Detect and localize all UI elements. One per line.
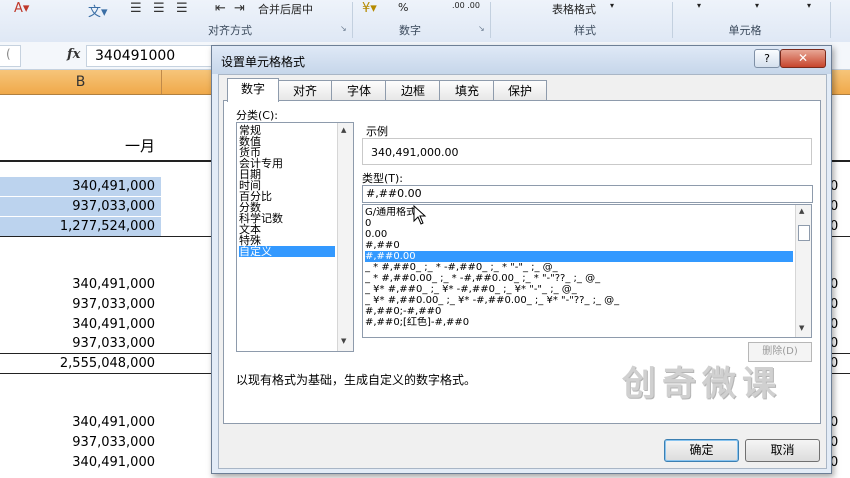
edge-cell[interactable]: 0 xyxy=(830,197,850,216)
tab-number[interactable]: 数字 xyxy=(227,78,279,102)
ok-button[interactable]: 确定 xyxy=(664,439,739,462)
scroll-up-icon[interactable]: ▲ xyxy=(341,126,346,134)
tab-font[interactable]: 字体 xyxy=(331,80,387,101)
table-row[interactable]: 340,491,000 xyxy=(0,315,161,334)
edge-cell[interactable]: 0 xyxy=(830,275,850,294)
list-item[interactable]: #,##0;[红色]-#,##0 xyxy=(365,317,793,328)
dialog-launcher-icon[interactable]: ↘ xyxy=(478,24,485,33)
table-row[interactable]: 340,491,000 xyxy=(0,453,161,472)
chevron-down-icon[interactable]: ▾ xyxy=(610,1,614,10)
ribbon-group-cells: 单元格 xyxy=(728,24,762,37)
percent-button[interactable]: % xyxy=(398,1,408,14)
list-item[interactable]: _ ¥* #,##0_ ;_ ¥* -#,##0_ ;_ ¥* "-"_ ;_ … xyxy=(365,284,793,295)
table-row[interactable]: 340,491,000 xyxy=(0,275,161,294)
ribbon-divider xyxy=(672,2,673,38)
dialog-titlebar[interactable]: 设置单元格格式 ? ✕ xyxy=(212,46,831,74)
list-item[interactable]: 0 xyxy=(365,218,793,229)
edge-cell[interactable]: 0 xyxy=(830,217,850,236)
cancel-button[interactable]: 取消 xyxy=(745,439,820,462)
merge-center-button[interactable]: 合并后居中 xyxy=(258,1,313,17)
edge-cell[interactable]: 0 xyxy=(830,295,850,314)
align-left-icon[interactable]: ☰ xyxy=(130,1,142,16)
close-button[interactable]: ✕ xyxy=(780,49,826,68)
table-format-button[interactable]: 表格格式 xyxy=(552,1,596,17)
sample-value: 340,491,000.00 xyxy=(371,146,459,159)
currency-icon[interactable]: ¥▾ xyxy=(362,1,377,16)
format-scrollbar[interactable]: ▲ ▼ xyxy=(795,205,811,337)
column-header-b[interactable]: B xyxy=(0,70,162,94)
tab-fill[interactable]: 填充 xyxy=(439,80,495,101)
font-color-icon[interactable]: A▾ xyxy=(14,1,29,16)
dialog-title: 设置单元格格式 xyxy=(221,55,306,69)
category-scrollbar[interactable]: ▲ ▼ xyxy=(337,123,353,351)
tab-border[interactable]: 边框 xyxy=(385,80,441,101)
chevron-down-icon[interactable]: ▾ xyxy=(807,1,811,10)
align-center-icon[interactable]: ☰ xyxy=(153,1,165,16)
help-button[interactable]: ? xyxy=(754,49,780,68)
edge-cell[interactable]: 0 xyxy=(830,433,850,452)
chevron-down-icon[interactable]: ▾ xyxy=(755,1,759,10)
tab-alignment[interactable]: 对齐 xyxy=(277,80,333,101)
dialog-body: 数字 对齐 字体 边框 填充 保护 分类(C): 常规 数值 货币 会计专用 日… xyxy=(218,74,827,469)
scroll-down-icon[interactable]: ▼ xyxy=(341,337,346,345)
align-right-icon[interactable]: ☰ xyxy=(176,1,188,16)
sample-label: 示例 xyxy=(366,125,388,138)
format-cells-dialog: 设置单元格格式 ? ✕ 数字 对齐 字体 边框 填充 保护 分类(C): 常规 … xyxy=(211,45,832,474)
tab-protection[interactable]: 保护 xyxy=(493,80,547,101)
table-row[interactable]: 340,491,000 xyxy=(0,177,161,196)
table-row[interactable]: 340,491,000 xyxy=(0,413,161,432)
list-item[interactable]: _ ¥* #,##0.00_ ;_ ¥* -#,##0.00_ ;_ ¥* "-… xyxy=(365,295,793,306)
month-header-cell[interactable]: 一月 xyxy=(0,137,161,156)
edge-cell[interactable]: 0 xyxy=(830,177,850,196)
edge-cell[interactable]: 0 xyxy=(830,453,850,472)
phonetic-icon[interactable]: 文▾ xyxy=(88,1,108,20)
name-box-dropdown-icon[interactable]: ( xyxy=(6,47,11,61)
ribbon-divider xyxy=(352,2,353,38)
list-item[interactable]: 0.00 xyxy=(365,229,793,240)
sample-box: 340,491,000.00 xyxy=(362,138,812,165)
edge-cell[interactable]: 0 xyxy=(830,315,850,334)
table-row[interactable]: 2,555,048,000 xyxy=(0,354,161,373)
ribbon-divider xyxy=(490,2,491,38)
edge-cell[interactable]: 0 xyxy=(830,334,850,353)
outdent-icon[interactable]: ⇥ xyxy=(234,1,245,16)
decimal-buttons[interactable]: .00 .00 xyxy=(452,1,480,10)
table-row[interactable]: 937,033,000 xyxy=(0,334,161,353)
edge-cell[interactable]: 0 xyxy=(830,354,850,373)
indent-icon[interactable]: ⇤ xyxy=(215,1,226,16)
table-row[interactable]: 1,277,524,000 xyxy=(0,217,161,236)
table-row[interactable]: 937,033,000 xyxy=(0,295,161,314)
mouse-pointer-icon xyxy=(413,205,427,225)
category-list[interactable]: 常规 数值 货币 会计专用 日期 时间 百分比 分数 科学记数 文本 特殊 自定… xyxy=(236,122,354,352)
type-label: 类型(T): xyxy=(362,172,404,185)
list-item-selected[interactable]: #,##0.00 xyxy=(365,251,793,262)
ribbon: A▾ 文▾ ☰ ☰ ☰ ⇤ ⇥ 合并后居中 ¥▾ % .00 .00 表格格式 … xyxy=(0,0,850,43)
ribbon-divider xyxy=(830,2,831,38)
table-row[interactable]: 937,033,000 xyxy=(0,433,161,452)
list-item[interactable]: _ * #,##0.00_ ;_ * -#,##0.00_ ;_ * "-"??… xyxy=(365,273,793,284)
table-row[interactable]: 937,033,000 xyxy=(0,197,161,216)
ribbon-group-alignment: 对齐方式 xyxy=(208,24,252,37)
list-item[interactable]: G/通用格式 xyxy=(365,207,793,218)
chevron-down-icon[interactable]: ▾ xyxy=(697,1,701,10)
list-item[interactable]: #,##0;-#,##0 xyxy=(365,306,793,317)
category-label: 分类(C): xyxy=(236,109,278,122)
watermark-logo: 创奇微课 xyxy=(622,364,782,404)
dialog-launcher-icon[interactable]: ↘ xyxy=(340,24,347,33)
list-item[interactable]: #,##0 xyxy=(365,240,793,251)
type-input[interactable]: #,##0.00 xyxy=(362,185,813,203)
description-text: 以现有格式为基础，生成自定义的数字格式。 xyxy=(236,373,477,387)
list-item-selected[interactable]: 自定义 xyxy=(239,246,335,257)
list-item[interactable]: _ * #,##0_ ;_ * -#,##0_ ;_ * "-"_ ;_ @_ xyxy=(365,262,793,273)
fx-icon[interactable]: fx xyxy=(67,47,80,62)
ribbon-group-number: 数字 xyxy=(399,24,421,37)
ribbon-group-styles: 样式 xyxy=(574,24,596,37)
edge-cell[interactable]: 0 xyxy=(830,413,850,432)
format-list[interactable]: G/通用格式 0 0.00 #,##0 #,##0.00 _ * #,##0_ … xyxy=(362,204,812,338)
scroll-thumb[interactable] xyxy=(798,225,810,241)
scroll-up-icon[interactable]: ▲ xyxy=(799,207,804,215)
scroll-down-icon[interactable]: ▼ xyxy=(799,324,804,332)
